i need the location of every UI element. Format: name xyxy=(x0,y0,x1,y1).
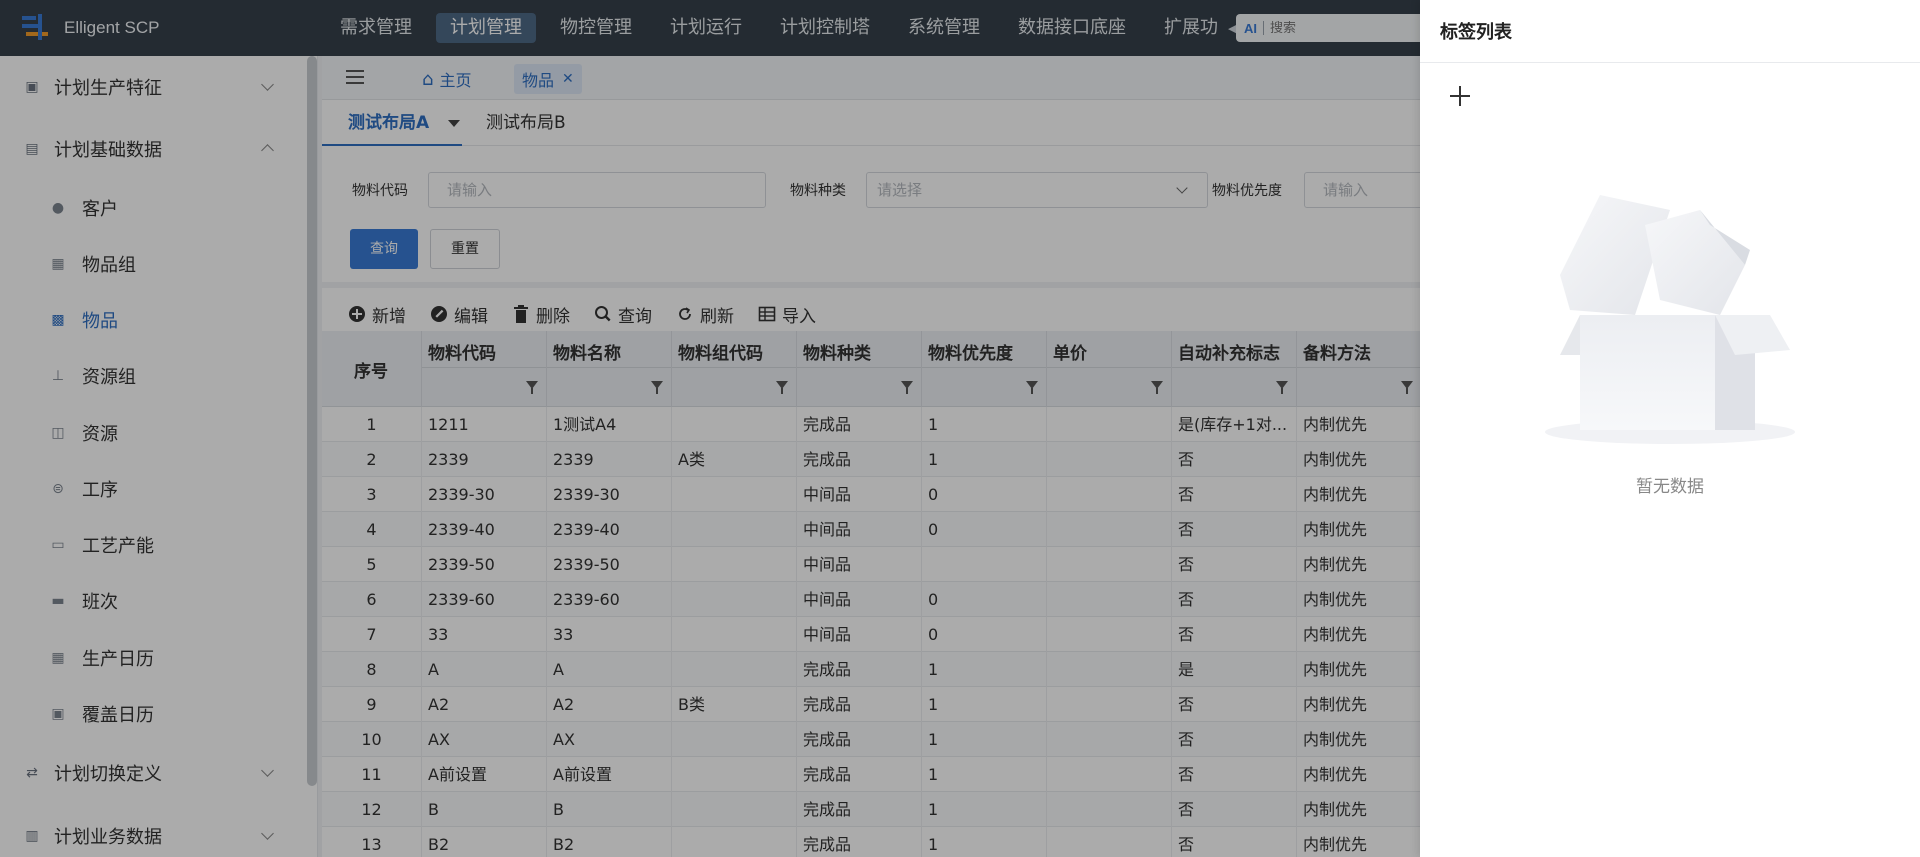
empty-state-text: 暂无数据 xyxy=(1636,477,1704,497)
tag-list-drawer: 标签列表 暂无数据 xyxy=(1420,0,1920,857)
drawer-divider xyxy=(1420,62,1920,63)
empty-box-illustration xyxy=(1540,180,1800,450)
modal-overlay[interactable] xyxy=(0,0,1420,857)
add-tag-icon[interactable] xyxy=(1448,84,1472,108)
drawer-title: 标签列表 xyxy=(1440,22,1512,43)
